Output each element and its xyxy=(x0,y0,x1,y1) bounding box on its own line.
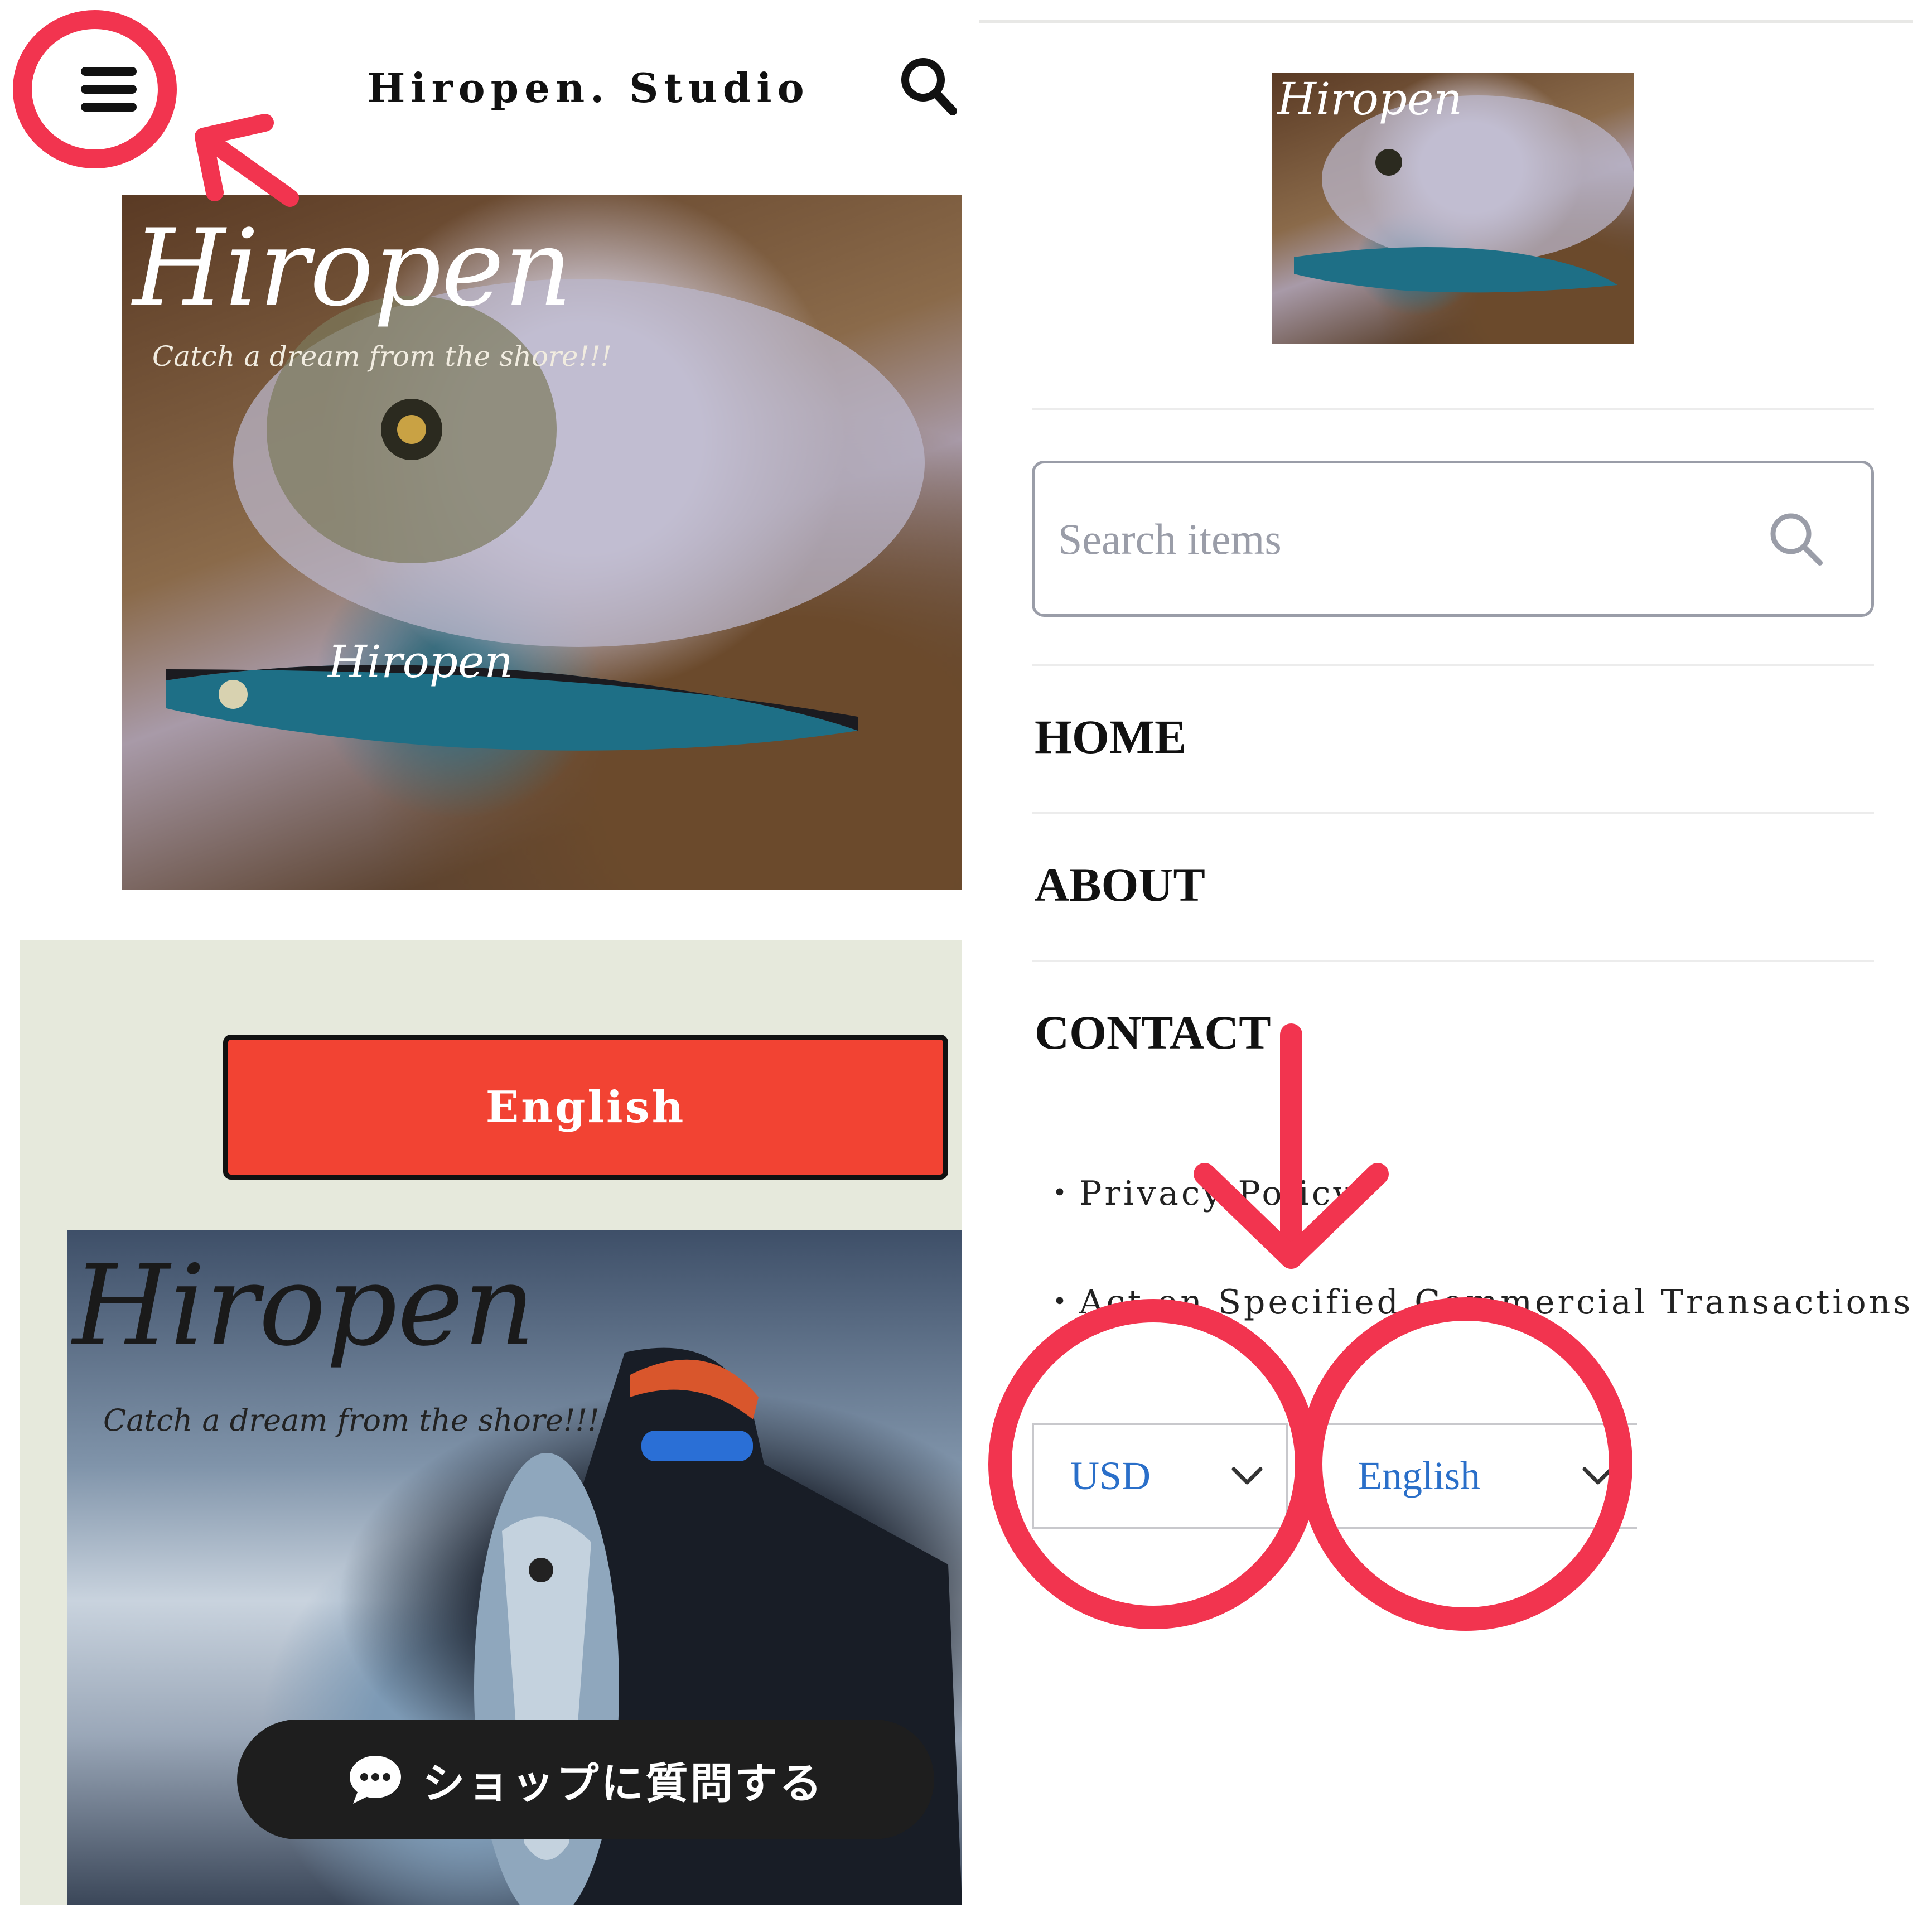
currency-select[interactable]: USD xyxy=(1032,1423,1288,1529)
divider xyxy=(1032,812,1874,814)
drawer-logo-text: Hiropen xyxy=(1277,73,1462,125)
english-banner-button[interactable]: English xyxy=(223,1035,948,1180)
privacy-policy-link[interactable]: ・Privacy Policy xyxy=(1043,1166,1355,1215)
hero-logo: Hiropen xyxy=(133,206,573,330)
ask-shop-button[interactable]: ショップに質問する xyxy=(237,1720,934,1839)
site-title[interactable]: Hiropen. Studio xyxy=(220,64,957,112)
search-icon[interactable] xyxy=(898,53,959,120)
hero-tagline: Catch a dream from the shore!!! xyxy=(152,340,612,373)
divider xyxy=(1032,408,1874,410)
divider xyxy=(1032,960,1874,962)
language-select[interactable]: English xyxy=(1319,1423,1637,1529)
promo-tagline: Catch a dream from the shore!!! xyxy=(103,1403,600,1438)
promo-logo: Hiropen xyxy=(73,1241,535,1371)
search-box[interactable] xyxy=(1032,461,1874,617)
site-header: Hiropen. Studio xyxy=(20,20,962,187)
hero-image: Hiropen Catch a dream from the shore!!! … xyxy=(122,195,962,890)
language-value: English xyxy=(1358,1453,1481,1498)
lure-brand-text: Hiropen xyxy=(328,636,513,688)
hamburger-menu-icon[interactable] xyxy=(64,50,156,128)
drawer-logo-image[interactable]: Hiropen xyxy=(1272,73,1634,344)
divider xyxy=(1032,664,1874,666)
nav-about[interactable]: ABOUT xyxy=(1035,857,1205,912)
shop-home-screen: Hiropen. Studio Hiropen Catch a dream fr… xyxy=(20,20,962,1905)
search-icon[interactable] xyxy=(1765,508,1827,569)
commercial-transactions-link[interactable]: ・Act on Specified Commercial Transaction… xyxy=(1043,1275,1913,1324)
chat-bubble-icon xyxy=(349,1755,401,1804)
currency-value: USD xyxy=(1070,1453,1151,1498)
chevron-down-icon xyxy=(1231,1467,1263,1485)
search-input[interactable] xyxy=(1057,497,1756,582)
chevron-down-icon xyxy=(1582,1467,1614,1485)
nav-home[interactable]: HOME xyxy=(1035,709,1186,765)
menu-drawer: Hiropen HOME ABOUT CONTACT ・Privacy Poli… xyxy=(979,20,1913,1908)
ask-shop-label: ショップに質問する xyxy=(422,1758,824,1808)
nav-contact[interactable]: CONTACT xyxy=(1035,1004,1271,1060)
